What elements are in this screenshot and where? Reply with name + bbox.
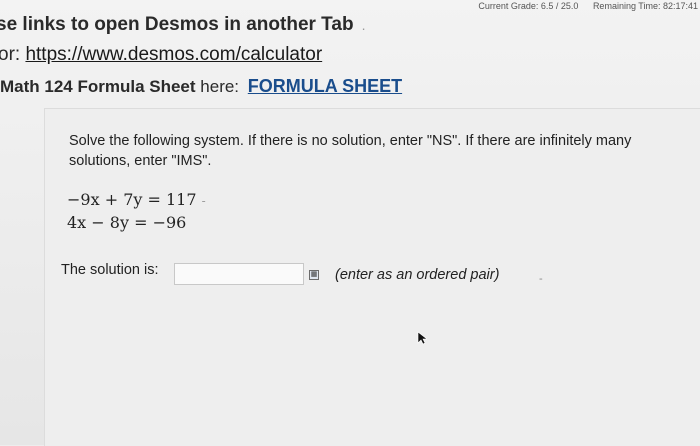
question-box: Solve the following system. If there is …: [44, 108, 700, 446]
decorative-tick: -: [201, 194, 206, 208]
desmos-prefix: or:: [0, 44, 26, 65]
formula-sheet-link[interactable]: FORMULA SHEET: [248, 76, 402, 96]
equation-1: −9x + 7y = 117 -: [67, 189, 206, 212]
remaining-time: Remaining Time: 82:17:41: [592, 1, 698, 11]
answer-input[interactable]: [174, 263, 304, 285]
equation-system: −9x + 7y = 117 - 4x − 8y = −96: [67, 189, 206, 233]
equation-1-text: −9x + 7y = 117: [67, 190, 197, 209]
formula-sheet-label: Math 124 Formula Sheet: [0, 77, 196, 96]
solution-label: The solution is:: [61, 262, 159, 278]
desmos-link[interactable]: https://www.desmos.com/calculator: [25, 44, 322, 65]
equation-editor-icon[interactable]: ▦: [309, 270, 319, 280]
desmos-link-line: or: https://www.desmos.com/calculator: [0, 44, 322, 66]
formula-sheet-here: here:: [195, 77, 240, 96]
mouse-pointer-icon: [417, 331, 427, 345]
answer-hint: (enter as an ordered pair): [335, 267, 500, 283]
question-prompt: Solve the following system. If there is …: [69, 133, 632, 169]
instruction-dot: .: [361, 17, 366, 33]
decorative-dash: -: [539, 273, 543, 285]
page: Current Grade: 6.5 / 25.0 Remaining Time…: [0, 0, 700, 446]
current-grade: Current Grade: 6.5 / 25.0: [478, 1, 579, 11]
status-bar: Current Grade: 6.5 / 25.0 Remaining Time…: [478, 1, 698, 11]
desmos-instruction-text: se links to open Desmos in another Tab: [0, 14, 354, 35]
formula-sheet-line: Math 124 Formula Sheet here: FORMULA SHE…: [0, 76, 402, 97]
desmos-instruction: se links to open Desmos in another Tab.: [0, 14, 365, 36]
equation-2: 4x − 8y = −96: [67, 213, 187, 232]
